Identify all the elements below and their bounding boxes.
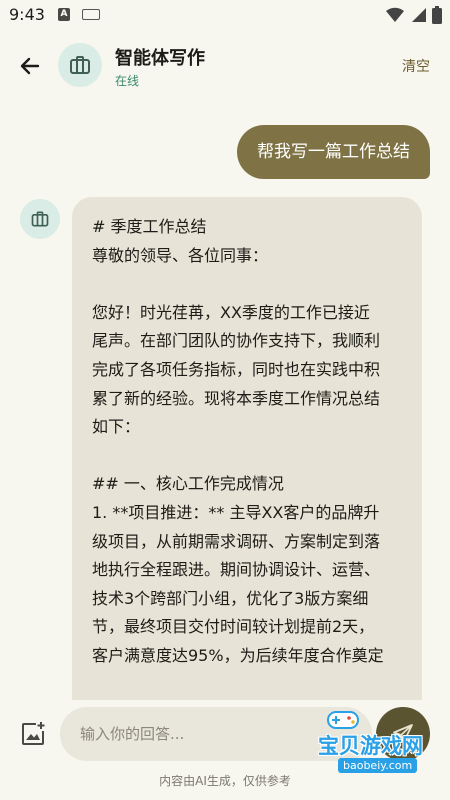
online-status: 在线 (115, 74, 140, 88)
bot-message-line: 1. **项目推进：** 主导XX客户的品牌升 (92, 502, 380, 522)
send-button[interactable] (376, 707, 430, 761)
wifi-icon (386, 7, 404, 23)
bot-message-line: 完成了各项任务指标，同时也在实践中积 (92, 359, 381, 379)
bot-message-line: 节，最终项目交付时间较计划提前2天， (92, 617, 375, 637)
input-bar: 内容由AI生成，仅供参考 (0, 700, 450, 800)
agent-name: 智能体写作 (115, 48, 205, 69)
notification-a-icon: A (58, 8, 70, 21)
bot-message-line: ## 一、核心工作完成情况 (92, 474, 284, 494)
agent-avatar (58, 43, 102, 87)
bot-message-line: 尾声。在部门团队的协作支持下，我顺利 (92, 331, 381, 351)
status-icons (386, 6, 442, 24)
add-photo-icon (22, 722, 45, 745)
bot-message-line: 如下： (92, 417, 141, 437)
bot-message-line: 客户满意度达95%，为后续年度合作奠定 (92, 645, 384, 665)
bot-message-blank-line (92, 442, 412, 471)
ai-disclaimer: 内容由AI生成，仅供参考 (159, 774, 291, 788)
bot-message: # 季度工作总结尊敬的领导、各位同事： 您好！时光荏苒，XX季度的工作已接近 尾声。… (72, 197, 422, 707)
bot-message-text: # 季度工作总结尊敬的领导、各位同事： 您好！时光荏苒，XX季度的工作已接近 尾声。… (92, 213, 412, 671)
chat-header: 智能体写作 在线 清空 (0, 30, 450, 104)
status-time: 9:43 (9, 5, 45, 24)
bot-message-line: 级项目，从前期需求调研、方案制定到落 (92, 531, 381, 551)
add-image-button[interactable] (16, 717, 50, 751)
keyboard-icon (82, 9, 100, 20)
back-button[interactable] (14, 50, 46, 82)
battery-icon (432, 6, 442, 24)
answer-input[interactable] (60, 707, 372, 761)
bot-message-line: 您好！时光荏苒，XX季度的工作已接近 (92, 302, 370, 322)
send-icon (393, 724, 413, 744)
arrow-left-icon (20, 57, 40, 75)
briefcase-icon (31, 211, 49, 227)
signal-icon (412, 8, 426, 22)
bot-message-line: # 季度工作总结 (92, 217, 207, 236)
bot-message-line: 尊敬的领导、各位同事： (92, 245, 269, 265)
clear-button[interactable]: 清空 (402, 56, 430, 76)
user-message: 帮我写一篇工作总结 (237, 125, 430, 179)
bot-avatar (20, 199, 60, 239)
bot-message-blank-line (92, 270, 412, 299)
status-bar: 9:43 A (0, 0, 450, 30)
bot-message-line: 地执行全程跟进。期间协调设计、运营、 (92, 560, 381, 580)
bot-message-line: 技术3个跨部门小组，优化了3版方案细 (92, 588, 369, 608)
briefcase-icon (70, 56, 90, 74)
bot-message-line: 累了新的经验。现将本季度工作情况总结 (92, 388, 381, 408)
